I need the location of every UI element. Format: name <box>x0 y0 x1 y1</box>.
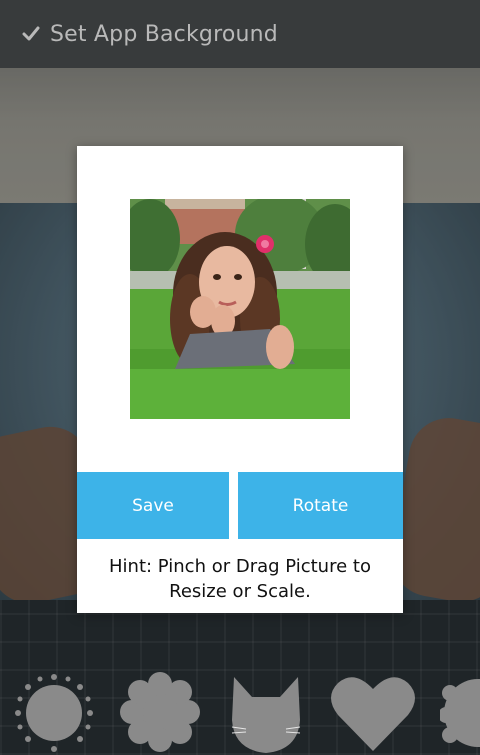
flower-shape-icon[interactable] <box>120 670 200 755</box>
check-icon[interactable] <box>22 25 40 43</box>
app-header: Set App Background <box>0 0 480 68</box>
save-button[interactable]: Save <box>77 472 229 539</box>
shape-picker <box>0 665 480 755</box>
photo-preview[interactable] <box>130 199 350 419</box>
heart-shape-icon[interactable] <box>330 671 416 753</box>
partial-shape-icon[interactable] <box>440 673 480 753</box>
rotate-button[interactable]: Rotate <box>238 472 403 539</box>
header-title[interactable]: Set App Background <box>50 22 278 47</box>
hint-text: Hint: Pinch or Drag Picture to Resize or… <box>77 554 403 604</box>
cat-shape-icon[interactable] <box>228 675 304 755</box>
picture-dialog: Save Rotate Hint: Pinch or Drag Picture … <box>77 146 403 613</box>
hint-line-2: Resize or Scale. <box>169 581 311 602</box>
sun-shape-icon[interactable] <box>14 673 94 753</box>
hint-line-1: Hint: Pinch or Drag Picture to <box>109 556 371 577</box>
